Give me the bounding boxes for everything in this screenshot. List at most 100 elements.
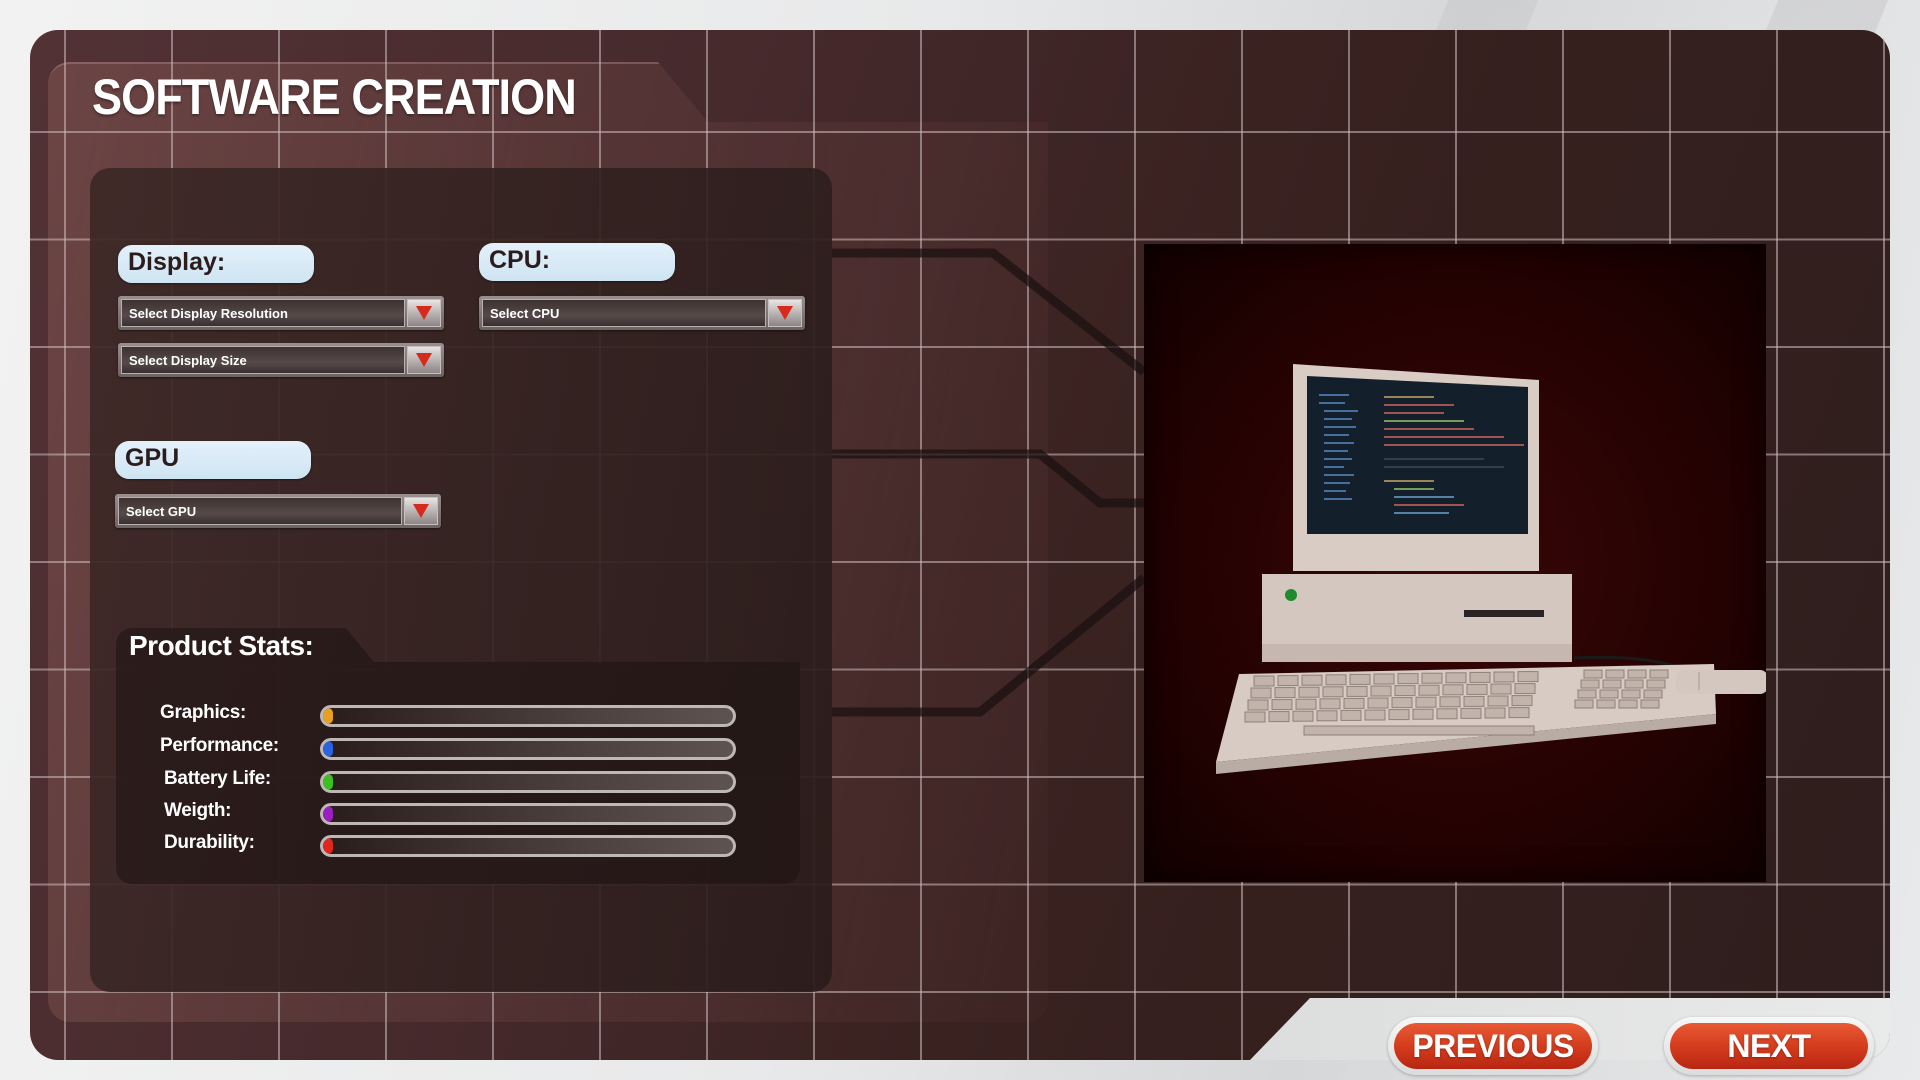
keypad-key bbox=[1640, 699, 1660, 709]
stat-bar-performance bbox=[320, 738, 736, 760]
keyboard-key bbox=[1418, 684, 1440, 696]
keyboard-key bbox=[1244, 711, 1266, 723]
keyboard-key bbox=[1250, 687, 1272, 699]
cpu-value[interactable]: Select CPU bbox=[482, 299, 766, 327]
keyboard-key bbox=[1364, 709, 1386, 721]
keyboard-key bbox=[1322, 686, 1344, 698]
keyboard-key bbox=[1274, 687, 1296, 699]
gpu-dropdown-button[interactable] bbox=[404, 497, 438, 525]
keyboard-key bbox=[1391, 697, 1413, 709]
keypad-key bbox=[1627, 669, 1647, 679]
keyboard-key bbox=[1508, 707, 1530, 719]
previous-button[interactable]: PREVIOUS bbox=[1394, 1023, 1592, 1069]
stat-bar-weight bbox=[320, 803, 736, 825]
gpu-section-label: GPU bbox=[115, 441, 311, 479]
keyboard-key bbox=[1247, 699, 1269, 711]
display-resolution-dropdown-button[interactable] bbox=[407, 299, 441, 327]
keyboard-key bbox=[1511, 695, 1533, 707]
stat-fill-graphics bbox=[323, 708, 333, 724]
keyboard-key bbox=[1514, 683, 1536, 695]
keyboard-key bbox=[1388, 709, 1410, 721]
stat-fill-durability bbox=[323, 838, 333, 854]
cpu-dropdown-button[interactable] bbox=[768, 299, 802, 327]
keypad-key bbox=[1649, 669, 1669, 679]
display-size-value[interactable]: Select Display Size bbox=[121, 346, 405, 374]
next-button-frame: NEXT bbox=[1664, 1017, 1874, 1075]
keyboard-key bbox=[1517, 671, 1539, 683]
computer-base bbox=[1262, 574, 1572, 662]
keyboard-key bbox=[1346, 685, 1368, 697]
display-size-dropdown[interactable]: Select Display Size bbox=[118, 343, 444, 377]
retro-computer-illustration bbox=[1216, 364, 1766, 774]
stat-label-durability: Durability: bbox=[164, 832, 255, 853]
page-title: SOFTWARE CREATION bbox=[92, 69, 577, 125]
keyboard-key bbox=[1292, 710, 1314, 722]
keyboard-key bbox=[1367, 697, 1389, 709]
keyboard-key bbox=[1370, 685, 1392, 697]
keyboard-key bbox=[1268, 711, 1290, 723]
stat-bar-battery-life bbox=[320, 771, 736, 793]
keypad-key bbox=[1605, 669, 1625, 679]
keyboard-key bbox=[1469, 671, 1491, 683]
chevron-down-icon bbox=[413, 504, 429, 518]
keyboard-key bbox=[1460, 707, 1482, 719]
keyboard-key bbox=[1487, 695, 1509, 707]
keyboard-key bbox=[1442, 684, 1464, 696]
previous-button-frame: PREVIOUS bbox=[1388, 1017, 1598, 1075]
keypad-key bbox=[1599, 689, 1619, 699]
keyboard-key bbox=[1316, 710, 1338, 722]
keyboard-key bbox=[1277, 675, 1299, 687]
spacebar bbox=[1303, 725, 1535, 736]
monitor bbox=[1293, 364, 1539, 571]
keyboard-key bbox=[1340, 709, 1362, 721]
keyboard bbox=[1216, 664, 1716, 774]
keyboard-key bbox=[1436, 708, 1458, 720]
keypad-key bbox=[1602, 679, 1622, 689]
keypad-key bbox=[1646, 679, 1666, 689]
keyboard-key bbox=[1493, 671, 1515, 683]
cpu-section-label: CPU: bbox=[479, 243, 675, 281]
chevron-down-icon bbox=[777, 306, 793, 320]
keyboard-key bbox=[1298, 686, 1320, 698]
keyboard-key bbox=[1373, 673, 1395, 685]
keyboard-key bbox=[1343, 697, 1365, 709]
keyboard-key bbox=[1445, 672, 1467, 684]
keyboard-key bbox=[1394, 685, 1416, 697]
display-size-dropdown-button[interactable] bbox=[407, 346, 441, 374]
keyboard-key bbox=[1415, 696, 1437, 708]
stat-label-graphics: Graphics: bbox=[160, 702, 246, 723]
keyboard-key bbox=[1421, 672, 1443, 684]
stat-label-battery-life: Battery Life: bbox=[164, 768, 271, 789]
keyboard-key bbox=[1397, 673, 1419, 685]
next-button[interactable]: NEXT bbox=[1670, 1023, 1868, 1069]
gpu-dropdown[interactable]: Select GPU bbox=[115, 494, 441, 528]
stat-fill-battery-life bbox=[323, 774, 333, 790]
stat-bar-durability bbox=[320, 835, 736, 857]
keyboard-key bbox=[1439, 696, 1461, 708]
gpu-value[interactable]: Select GPU bbox=[118, 497, 402, 525]
display-resolution-dropdown[interactable]: Select Display Resolution bbox=[118, 296, 444, 330]
keyboard-key bbox=[1295, 698, 1317, 710]
keypad-key bbox=[1643, 689, 1663, 699]
product-stats-title: Product Stats: bbox=[129, 630, 314, 661]
keypad-key bbox=[1583, 669, 1603, 679]
keyboard-key bbox=[1484, 707, 1506, 719]
keyboard-key bbox=[1349, 673, 1371, 685]
display-resolution-value[interactable]: Select Display Resolution bbox=[121, 299, 405, 327]
keyboard-key bbox=[1325, 674, 1347, 686]
cpu-dropdown[interactable]: Select CPU bbox=[479, 296, 805, 330]
keypad-key bbox=[1577, 689, 1597, 699]
keyboard-key bbox=[1412, 708, 1434, 720]
stat-bar-graphics bbox=[320, 705, 736, 727]
chevron-down-icon bbox=[416, 353, 432, 367]
keyboard-key bbox=[1490, 683, 1512, 695]
mouse bbox=[1676, 670, 1766, 694]
stat-label-performance: Performance: bbox=[160, 735, 279, 756]
display-section-label: Display: bbox=[118, 245, 314, 283]
keyboard-key bbox=[1463, 695, 1485, 707]
product-preview bbox=[1144, 244, 1766, 882]
keyboard-key bbox=[1271, 699, 1293, 711]
stat-fill-weight bbox=[323, 806, 333, 822]
keyboard-key bbox=[1253, 675, 1275, 687]
keypad-key bbox=[1618, 699, 1638, 709]
